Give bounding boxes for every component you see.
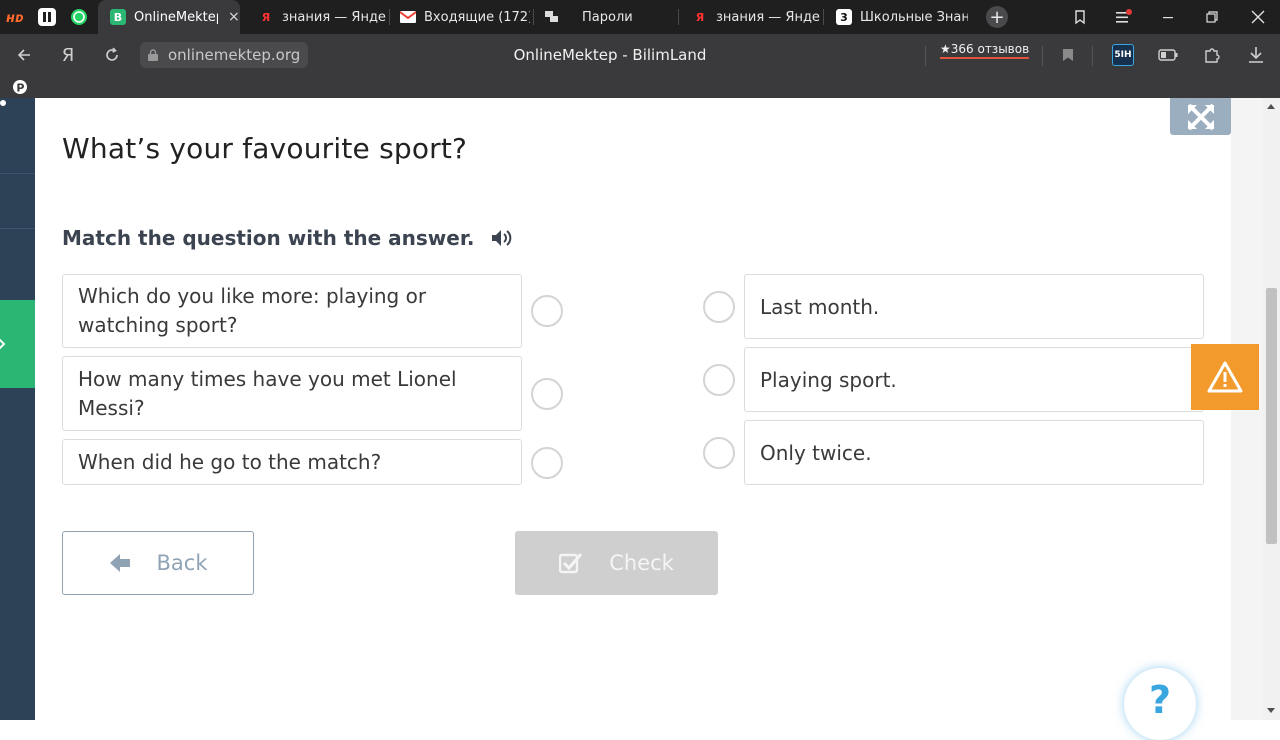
tabs-collections-icon[interactable]: [1062, 0, 1098, 34]
checkbox-check-icon: [559, 552, 583, 574]
menu-icon[interactable]: [1106, 0, 1142, 34]
bookmark-icon[interactable]: [1056, 43, 1080, 67]
help-button[interactable]: ?: [1124, 668, 1196, 740]
tab-yandex-search-1[interactable]: Я знания — Яндекс: [248, 0, 386, 34]
yandex-favicon-icon: Я: [695, 10, 705, 24]
restore-icon[interactable]: [1194, 0, 1230, 34]
instruction: Match the question with the answer.: [62, 226, 512, 250]
tab-label: Пароли: [582, 9, 633, 25]
close-tab-icon[interactable]: ×: [228, 9, 240, 25]
tab-bar: ʜᴅ B OnlineMektep × Я знания — Яндекс Вх…: [0, 0, 1280, 34]
sidebar-marker: [0, 100, 6, 106]
tab-separator: [678, 9, 679, 25]
question-match-radio[interactable]: [531, 295, 563, 327]
exercise-title: What’s your favourite sport?: [62, 132, 468, 165]
passwords-icon: [544, 9, 560, 25]
report-problem-button[interactable]: [1191, 344, 1259, 410]
question-item[interactable]: How many times have you met Lionel Messi…: [62, 356, 522, 431]
sidebar-toggle-tab[interactable]: [0, 300, 35, 388]
gmail-icon: [400, 9, 416, 25]
page-title: OnlineMektep - BilimLand: [513, 46, 707, 64]
extensions-puzzle-icon[interactable]: [1200, 43, 1224, 67]
yandex-browser-logo-icon[interactable]: ʜᴅ: [6, 8, 24, 26]
question-match-radio[interactable]: [531, 447, 563, 479]
minimize-icon[interactable]: [1150, 0, 1186, 34]
answer-item[interactable]: Only twice.: [744, 420, 1204, 485]
warning-icon: [1207, 361, 1243, 393]
battery-saver-icon[interactable]: [1156, 43, 1180, 67]
tab-label: Школьные Знания: [860, 9, 968, 25]
tab-separator: [823, 9, 824, 25]
tab-label: знания — Яндекс: [716, 9, 820, 25]
divider: [925, 46, 926, 66]
svg-text:P: P: [16, 81, 24, 94]
question-text: Which do you like more: playing or watch…: [78, 284, 427, 337]
znaniya-favicon-icon: 3: [836, 9, 852, 25]
answer-match-radio[interactable]: [703, 291, 735, 323]
divider: [0, 173, 35, 174]
answer-item[interactable]: Playing sport.: [744, 347, 1204, 412]
tab-shkolnye-znaniya[interactable]: 3 Школьные Знания: [826, 0, 968, 34]
tab-separator: [533, 9, 534, 25]
question-item[interactable]: Which do you like more: playing or watch…: [62, 274, 522, 348]
pause-app-icon[interactable]: [38, 8, 56, 26]
fullscreen-button[interactable]: [1170, 98, 1231, 135]
scrollbar-thumb[interactable]: [1266, 288, 1277, 544]
answer-match-radio[interactable]: [703, 364, 735, 396]
scroll-up-icon[interactable]: [1267, 104, 1275, 109]
scroll-down-icon[interactable]: [1267, 708, 1275, 713]
onlinemektep-favicon-icon: B: [110, 9, 126, 25]
extension-icon[interactable]: 5IH: [1112, 44, 1134, 66]
check-button[interactable]: Check: [515, 531, 718, 595]
tab-gmail-inbox[interactable]: Входящие (172) -: [390, 0, 530, 34]
left-sidebar: [0, 98, 35, 720]
tab-passwords[interactable]: Пароли: [536, 0, 676, 34]
download-icon[interactable]: [1244, 43, 1268, 67]
divider: [0, 228, 35, 229]
pinterest-icon[interactable]: P: [12, 79, 28, 95]
tab-yandex-search-2[interactable]: Я знания — Яндекс: [682, 0, 820, 34]
question-item[interactable]: When did he go to the match?: [62, 439, 522, 485]
scrollbar[interactable]: [1263, 98, 1280, 720]
close-window-icon[interactable]: [1240, 0, 1276, 34]
divider: [1092, 46, 1093, 66]
answer-text: Playing sport.: [760, 367, 897, 392]
instruction-text: Match the question with the answer.: [62, 226, 475, 250]
answer-text: Only twice.: [760, 440, 872, 465]
check-label: Check: [609, 551, 674, 575]
question-text: When did he go to the match?: [78, 449, 382, 474]
yandex-favicon-icon: Я: [261, 10, 271, 24]
arrow-left-icon: [109, 553, 131, 573]
tab-label: OnlineMektep: [134, 9, 218, 25]
bookmark-bar: P: [0, 76, 1280, 98]
address-bar: Я onlinemektep.org OnlineMektep - BilimL…: [0, 34, 1280, 76]
speaker-icon[interactable]: [490, 227, 512, 249]
question-text: How many times have you met Lionel Messi…: [78, 366, 457, 420]
tab-label: знания — Яндекс: [282, 9, 386, 25]
back-button[interactable]: Back: [62, 531, 254, 595]
answer-text: Last month.: [760, 294, 880, 319]
reviews-badge[interactable]: ★366 отзывов: [940, 42, 1030, 59]
tab-label: Входящие (172) -: [424, 9, 530, 25]
expand-arrows-icon: [1187, 103, 1214, 130]
new-tab-button[interactable]: +: [986, 6, 1008, 28]
divider: [1042, 46, 1043, 66]
whatsapp-icon[interactable]: [70, 8, 88, 26]
answer-match-radio[interactable]: [703, 437, 735, 469]
back-label: Back: [156, 551, 208, 575]
tab-onlinemektep[interactable]: B OnlineMektep ×: [98, 0, 240, 34]
svg-text:ʜᴅ: ʜᴅ: [6, 11, 24, 24]
question-match-radio[interactable]: [531, 378, 563, 410]
answer-item[interactable]: Last month.: [744, 274, 1204, 339]
